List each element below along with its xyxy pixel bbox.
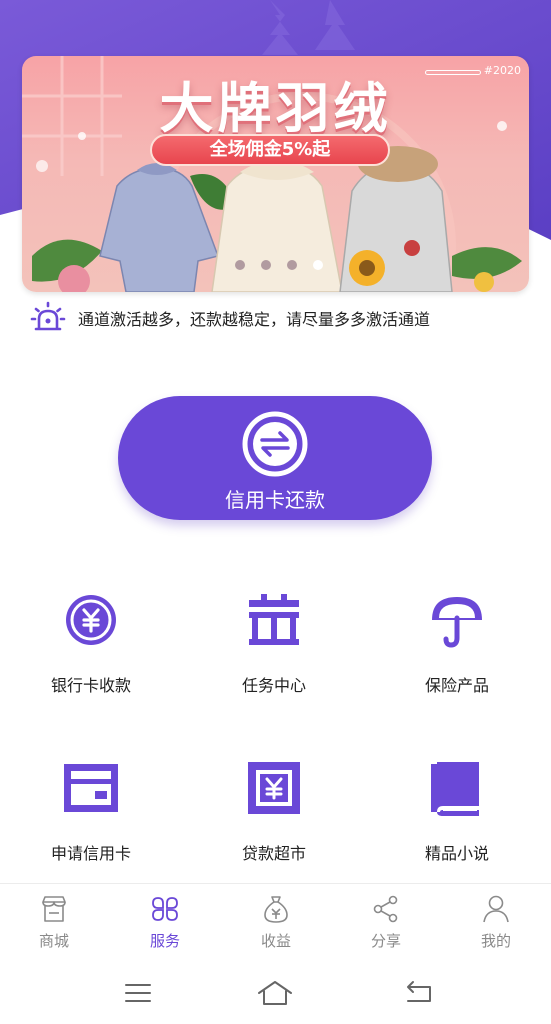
menu-icon[interactable]: [120, 979, 156, 1007]
banner-pagination: [235, 260, 323, 270]
credit-card-icon: [64, 764, 118, 812]
share-icon: [373, 895, 398, 923]
service-bank-card-collect[interactable]: 银行卡收款: [16, 590, 166, 696]
money-bag-icon: [264, 896, 288, 923]
nav-label: 商城: [38, 932, 69, 950]
banner-dot-active[interactable]: [313, 260, 323, 270]
service-label: 任务中心: [241, 676, 306, 695]
repay-button-label: 信用卡还款: [225, 488, 325, 512]
home-icon[interactable]: [257, 979, 293, 1007]
nav-tab-services[interactable]: 服务: [125, 894, 205, 951]
service-label: 申请信用卡: [50, 844, 131, 863]
exchange-icon: [242, 411, 308, 477]
umbrella-icon: [432, 597, 482, 648]
service-insurance[interactable]: 保险产品: [382, 590, 532, 696]
service-loan-market[interactable]: 贷款超市: [199, 758, 349, 864]
nav-label: 我的: [480, 932, 511, 950]
gift-icon: [249, 594, 299, 645]
yen-box-icon: [248, 762, 300, 814]
book-icon: [431, 762, 479, 816]
service-task-center[interactable]: 任务中心: [199, 590, 349, 696]
nav-tab-share[interactable]: 分享: [346, 894, 426, 951]
nav-tab-profile[interactable]: 我的: [456, 894, 536, 951]
service-label: 保险产品: [424, 676, 489, 695]
nav-label: 服务: [149, 932, 180, 950]
credit-card-repay-button[interactable]: 信用卡还款: [118, 396, 432, 520]
banner-dot[interactable]: [261, 260, 271, 270]
store-icon: [42, 896, 66, 922]
grid-cluster-icon: [152, 897, 178, 921]
nav-label: 分享: [370, 932, 401, 950]
service-novels[interactable]: 精品小说: [382, 758, 532, 864]
person-icon: [483, 895, 509, 923]
banner-dot[interactable]: [287, 260, 297, 270]
banner-title: 大牌羽绒: [159, 77, 392, 140]
promo-banner[interactable]: #2020 大牌羽绒 全场佣金5%起: [22, 56, 529, 292]
service-apply-credit-card[interactable]: 申请信用卡: [16, 758, 166, 864]
service-label: 贷款超市: [241, 844, 306, 863]
banner-dot[interactable]: [235, 260, 245, 270]
nav-tab-store[interactable]: 商城: [14, 894, 94, 951]
alarm-light-icon: [30, 301, 66, 331]
nav-label: 收益: [260, 932, 291, 950]
service-label: 银行卡收款: [50, 676, 131, 695]
banner-subtitle: 全场佣金5%起: [150, 134, 390, 166]
notice-text: 通道激活越多，还款越稳定，请尽量多多激活通道: [78, 310, 431, 329]
notice-bar: 通道激活越多，还款越稳定，请尽量多多激活通道: [30, 300, 430, 336]
bottom-nav: 商城 服务 收益 分享 我的: [0, 883, 551, 963]
service-label: 精品小说: [424, 844, 489, 863]
system-nav-bar: [0, 963, 551, 1024]
back-icon[interactable]: [400, 979, 436, 1007]
yen-coin-icon: [66, 595, 116, 645]
nav-tab-earnings[interactable]: 收益: [236, 894, 316, 951]
